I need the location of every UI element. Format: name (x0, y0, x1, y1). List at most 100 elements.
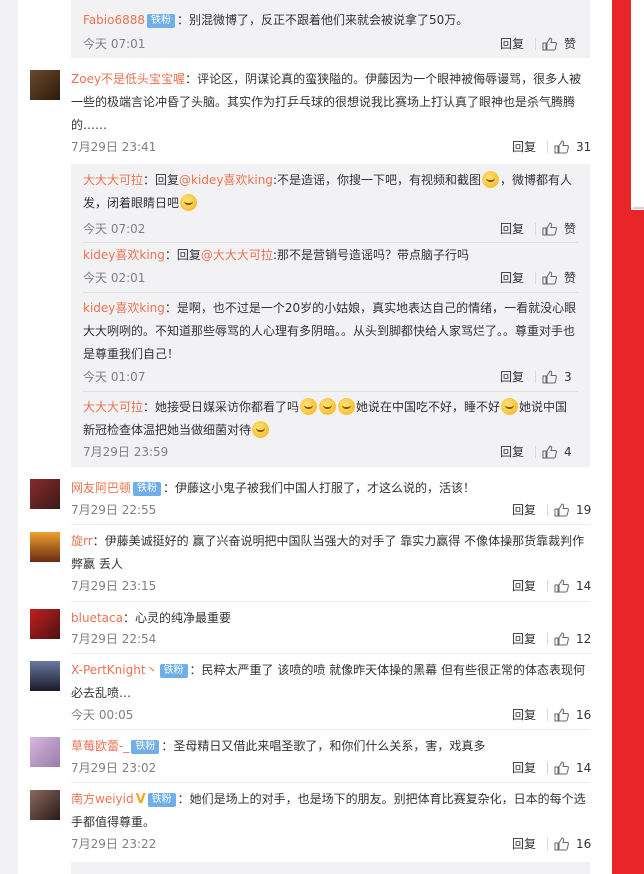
reply-meta: 今天 01:07 回复 3 (83, 367, 578, 387)
like-button[interactable]: 3 (542, 367, 578, 387)
reply-text: Fabio6888 铁粉 ：别混微博了，反正不跟着他们来就会被说拿了50万。 (83, 9, 578, 32)
reply-meta: 今天 02:01 回复 赞 (83, 268, 578, 288)
comment-meta: 7月29日 23:22 回复 16 (71, 834, 591, 854)
reply-author-link[interactable]: kidey喜欢king (83, 301, 165, 315)
avatar[interactable] (30, 661, 60, 691)
thumbs-up-icon (554, 708, 569, 722)
right-red-background (612, 0, 644, 874)
thumbs-up-icon (554, 503, 569, 517)
reply-meta: 今天 07:02 回复 赞 (83, 219, 578, 239)
fan-badge[interactable]: 铁粉 (131, 740, 160, 754)
reply-author-link[interactable]: 大大大可拉 (83, 173, 143, 187)
smile-emoji-icon (338, 398, 356, 415)
smile-emoji-icon (300, 398, 318, 415)
like-button[interactable]: 12 (554, 629, 591, 649)
divider (547, 580, 548, 592)
reply-item: kidey喜欢king：回复@大大大可拉:那不是营销号造谣吗？带点脑子行吗 今天… (83, 244, 578, 285)
avatar[interactable] (30, 737, 60, 767)
thumbs-up-icon (554, 140, 569, 154)
divider (535, 272, 536, 284)
like-button[interactable]: 14 (554, 576, 592, 596)
reply-text: kidey喜欢king：回复@大大大可拉:那不是营销号造谣吗？带点脑子行吗 (83, 244, 578, 267)
reply-button[interactable]: 回复 (500, 34, 524, 54)
divider (547, 762, 548, 774)
comment-author-link[interactable]: 草莓欧蕾-_ (71, 739, 129, 753)
comment-meta: 7月29日 23:41 回复 31 (71, 137, 592, 157)
smile-emoji-icon (180, 194, 198, 211)
like-button[interactable]: 31 (554, 137, 592, 157)
reply-button[interactable]: 回复 (512, 758, 536, 778)
reply-text: 大大大可拉：回复@kidey喜欢king:不是造谣，你搜一下吧，有视频和截图 ，微… (83, 169, 578, 215)
smile-emoji-icon (481, 171, 499, 188)
reply-divider (83, 242, 578, 243)
avatar[interactable] (30, 609, 60, 639)
reply-block: 大大大可拉：回复@kidey喜欢king:不是造谣，你搜一下吧，有视频和截图 ，微… (71, 164, 590, 467)
fan-badge[interactable]: 铁粉 (147, 793, 176, 807)
reply-block-partial (71, 862, 590, 874)
comment-author-link[interactable]: Zoey不是低头宝宝喔 (71, 72, 185, 86)
comment-text: X-PertKnight丶 铁粉 ：民粹太严重了 该喷的喷 就像昨天体操的黑幕 但有… (71, 659, 590, 705)
like-button[interactable]: 赞 (542, 268, 578, 288)
like-button[interactable]: 19 (554, 500, 591, 520)
comment-time: 7月29日 23:22 (71, 837, 157, 851)
fan-badge[interactable]: 铁粉 (147, 14, 175, 28)
thumbs-up-icon (554, 837, 569, 851)
thumbs-up-icon (542, 37, 557, 51)
reply-button[interactable]: 回复 (512, 500, 536, 520)
fan-badge[interactable]: 铁粉 (159, 664, 188, 678)
comment-author-link[interactable]: 旋rr (71, 534, 93, 548)
reply-item: 大大大可拉：她接受日媒采访你都看了吗 她说在中国吃不好，睡不好 她说中国新冠检查体温… (83, 396, 578, 459)
comment-divider (71, 524, 590, 525)
avatar[interactable] (30, 790, 60, 820)
reply-author-link[interactable]: Fabio6888 (83, 13, 145, 27)
comment-author-link[interactable]: 南方weiyid (71, 792, 134, 806)
side-card-line (633, 207, 644, 209)
like-count: 31 (576, 140, 592, 154)
comment-time: 7月29日 23:41 (71, 140, 157, 154)
avatar[interactable] (30, 532, 60, 562)
smile-emoji-icon (501, 398, 519, 415)
reply-author-link[interactable]: 大大大可拉 (83, 400, 143, 414)
reply-button[interactable]: 回复 (512, 834, 536, 854)
comment-meta: 7月29日 23:15 回复 14 (71, 576, 592, 596)
reply-text: 大大大可拉：她接受日媒采访你都看了吗 她说在中国吃不好，睡不好 她说中国新冠检查体温… (83, 396, 578, 442)
reply-divider (83, 391, 578, 392)
like-count: 14 (576, 579, 592, 593)
reply-prefix: ：回复 (143, 173, 180, 187)
reply-content: 她说在中国吃不好，睡不好 (356, 400, 501, 414)
mention-link[interactable]: @大大大可拉 (201, 248, 273, 262)
like-button[interactable]: 4 (542, 442, 578, 462)
smile-emoji-icon (252, 421, 270, 438)
like-button[interactable]: 16 (554, 705, 592, 725)
fan-badge[interactable]: 铁粉 (133, 482, 162, 496)
reply-button[interactable]: 回复 (512, 629, 536, 649)
reply-author-link[interactable]: kidey喜欢king (83, 248, 165, 262)
like-button[interactable]: 16 (554, 834, 591, 854)
avatar[interactable] (30, 479, 60, 509)
mention-link[interactable]: @kidey喜欢king (179, 173, 273, 187)
reply-button[interactable]: 回复 (500, 442, 524, 462)
divider (547, 838, 548, 850)
comment-author-link[interactable]: X-PertKnight丶 (71, 663, 158, 677)
divider (535, 371, 536, 383)
comment-text: 网友阿巴顿 铁粉 ：伊藤这小鬼子被我们中国人打服了，才这么说的，活该！ (71, 477, 590, 500)
like-button[interactable]: 赞 (542, 219, 578, 239)
comment-time: 7月29日 22:55 (71, 503, 157, 517)
reply-button[interactable]: 回复 (512, 705, 536, 725)
divider (547, 504, 548, 516)
avatar[interactable] (30, 70, 60, 100)
reply-button[interactable]: 回复 (500, 367, 524, 387)
reply-content: :不是造谣，你搜一下吧，有视频和截图 (272, 173, 481, 187)
comment-divider (71, 653, 590, 654)
like-button[interactable]: 14 (554, 758, 591, 778)
reply-button[interactable]: 回复 (500, 219, 524, 239)
reply-button[interactable]: 回复 (500, 268, 524, 288)
reply-button[interactable]: 回复 (512, 576, 536, 596)
reply-button[interactable]: 回复 (512, 137, 536, 157)
comment-author-link[interactable]: bluetaca (71, 611, 123, 625)
comment-time: 7月29日 23:02 (71, 761, 157, 775)
like-count: 16 (576, 708, 592, 722)
comment-author-link[interactable]: 网友阿巴顿 (71, 481, 131, 495)
like-button[interactable]: 赞 (542, 34, 578, 54)
comment-time: 今天 00:05 (71, 708, 134, 722)
